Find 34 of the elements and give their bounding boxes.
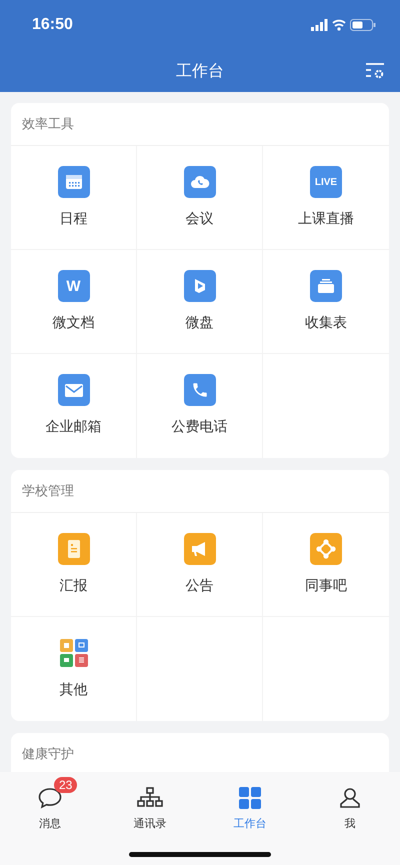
section-title: 健康守护 <box>22 746 74 763</box>
section-title: 效率工具 <box>22 116 74 133</box>
app-item[interactable]: 公告 <box>184 533 216 595</box>
section-title: 学校管理 <box>22 483 74 500</box>
tab-item[interactable]: 工作台 <box>234 784 266 842</box>
app-item[interactable]: W 微文档 <box>52 270 94 332</box>
person-icon <box>338 786 362 810</box>
app-item[interactable]: 微盘 <box>184 270 216 332</box>
app-item[interactable]: 会议 <box>184 166 216 228</box>
status-time: 16:50 <box>32 16 73 34</box>
battery-icon <box>350 19 376 31</box>
network-icon <box>316 539 336 559</box>
envelope-icon <box>64 382 84 398</box>
tray-icon <box>317 278 335 294</box>
app-item[interactable]: 企业邮箱 <box>46 374 102 436</box>
app-item[interactable]: 同事吧 <box>305 533 347 595</box>
app-item[interactable]: 其他 <box>58 637 90 699</box>
app-item[interactable]: 收集表 <box>305 270 347 332</box>
app-item[interactable]: 公费电话 <box>172 374 228 436</box>
unread-count: 23 <box>54 777 78 793</box>
tab-item[interactable]: 我 <box>336 784 364 842</box>
grid-icon <box>239 787 261 809</box>
live-icon: LIVE <box>310 166 342 198</box>
cloud-icon <box>190 175 210 189</box>
tab-item[interactable]: 通讯录 <box>134 784 166 842</box>
page-title: 工作台 <box>176 60 224 82</box>
app-item[interactable]: 汇报 <box>58 533 90 595</box>
app-grid-icon <box>58 637 90 669</box>
org-chart-icon <box>136 786 164 810</box>
signal-icon <box>311 18 328 32</box>
document-icon: W <box>58 270 90 302</box>
wifi-icon <box>332 19 346 31</box>
app-item[interactable]: 日程 <box>58 166 90 228</box>
app-item[interactable]: LIVE 上课直播 <box>298 166 354 228</box>
